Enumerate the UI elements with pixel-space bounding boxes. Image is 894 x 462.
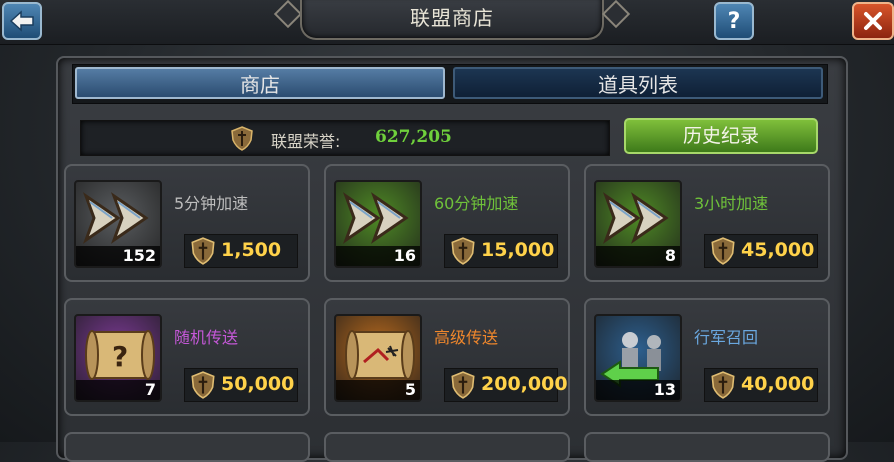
item-quantity: 5 <box>404 380 416 399</box>
close-button[interactable] <box>852 2 894 40</box>
price-box: 40,000 <box>704 368 818 402</box>
honor-shield-icon <box>449 370 477 404</box>
item-name: 高级传送 <box>434 328 499 347</box>
item-card[interactable]: ? 7 随机传送 50,000 <box>64 298 310 416</box>
history-button[interactable]: 历史纪录 <box>624 118 818 154</box>
item-icon-box: ? 7 <box>74 314 162 402</box>
item-icon-box: 152 <box>74 180 162 268</box>
alliance-honor-bar: 联盟荣誉: 627,205 <box>80 120 610 156</box>
fast-forward-icon <box>78 188 160 252</box>
question-mark-icon: ? <box>727 8 741 34</box>
tab-shop[interactable]: 商店 <box>75 67 445 99</box>
price-box: 45,000 <box>704 234 818 268</box>
item-card-partial[interactable] <box>64 432 310 462</box>
item-quantity: 13 <box>653 380 676 399</box>
item-icon-box: 13 <box>594 314 682 402</box>
item-icon-box: 8 <box>594 180 682 268</box>
honor-shield-icon <box>709 370 737 404</box>
item-name: 行军召回 <box>694 328 759 347</box>
item-price: 45,000 <box>741 239 815 261</box>
item-card[interactable]: 152 5分钟加速 1,500 <box>64 164 310 282</box>
svg-text:?: ? <box>112 340 128 373</box>
honor-shield-icon <box>229 125 255 155</box>
item-price: 50,000 <box>221 373 295 395</box>
back-arrow-icon <box>9 10 34 32</box>
price-box: 15,000 <box>444 234 558 268</box>
item-name: 5分钟加速 <box>174 194 249 213</box>
help-button[interactable]: ? <box>714 2 754 40</box>
price-box: 1,500 <box>184 234 298 268</box>
page-title: 联盟商店 <box>410 6 494 30</box>
item-price: 200,000 <box>481 373 568 395</box>
item-card[interactable]: 8 3小时加速 45,000 <box>584 164 830 282</box>
close-icon <box>864 12 882 30</box>
price-box: 200,000 <box>444 368 568 404</box>
honor-label: 联盟荣誉: <box>271 132 341 151</box>
honor-shield-icon <box>189 236 217 270</box>
item-icon-box: 16 <box>334 180 422 268</box>
item-card-partial[interactable] <box>584 432 830 462</box>
item-name: 随机传送 <box>174 328 239 347</box>
item-quantity: 7 <box>144 380 156 399</box>
item-card-partial[interactable] <box>324 432 570 462</box>
item-icon-box: 5 <box>334 314 422 402</box>
price-box: 50,000 <box>184 368 298 402</box>
item-card[interactable]: 16 60分钟加速 15,000 <box>324 164 570 282</box>
item-quantity: 8 <box>664 246 676 265</box>
item-name: 3小时加速 <box>694 194 769 213</box>
tab-item-list[interactable]: 道具列表 <box>453 67 823 99</box>
item-card[interactable]: 5 高级传送 200,000 <box>324 298 570 416</box>
tab-bar: 商店 道具列表 <box>72 64 828 104</box>
honor-shield-icon <box>189 370 217 404</box>
item-price: 1,500 <box>221 239 282 261</box>
fast-forward-icon <box>338 188 420 252</box>
item-quantity: 16 <box>393 246 416 265</box>
fast-forward-icon <box>598 188 680 252</box>
honor-value: 627,205 <box>375 127 452 147</box>
item-price: 15,000 <box>481 239 555 261</box>
item-name: 60分钟加速 <box>434 194 519 213</box>
back-button[interactable] <box>2 2 42 40</box>
item-quantity: 152 <box>122 246 156 265</box>
item-card[interactable]: 13 行军召回 40,000 <box>584 298 830 416</box>
honor-shield-icon <box>709 236 737 270</box>
honor-shield-icon <box>449 236 477 270</box>
item-price: 40,000 <box>741 373 815 395</box>
title-plate: 联盟商店 <box>300 0 604 40</box>
